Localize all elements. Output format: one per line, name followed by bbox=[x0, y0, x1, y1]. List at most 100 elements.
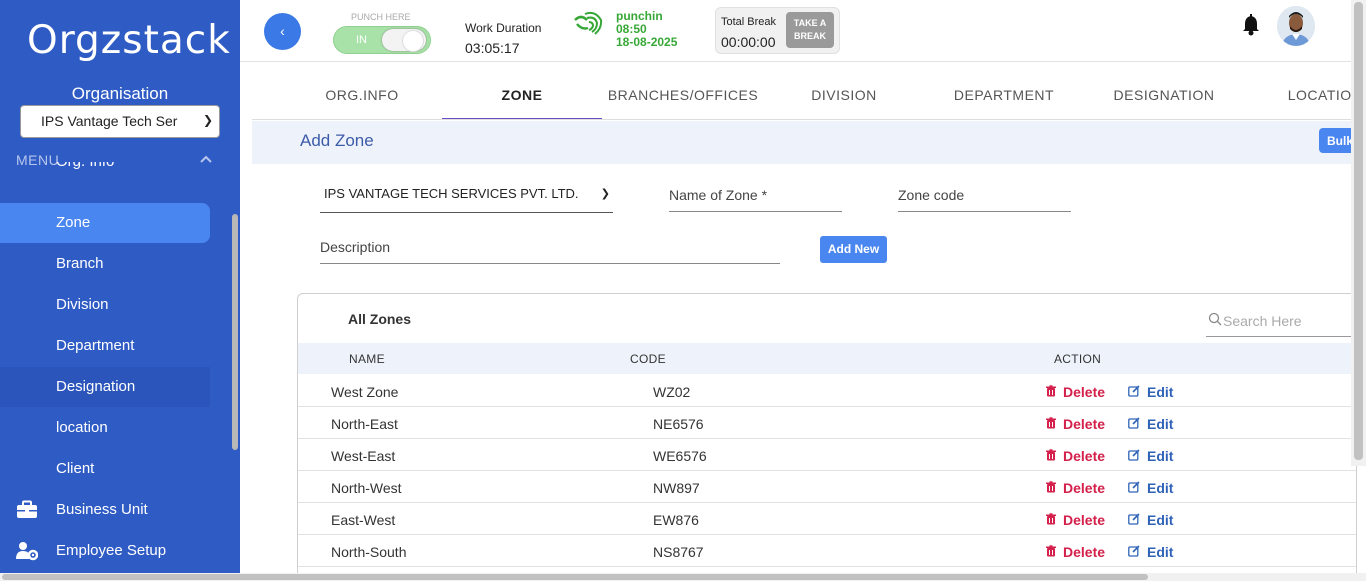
tab-division[interactable]: DIVISION bbox=[764, 70, 924, 119]
sidebar-item-division[interactable]: Division bbox=[0, 285, 210, 325]
sidebar-item-employee-setup[interactable]: Employee Setup bbox=[0, 531, 210, 571]
sidebar-scrollbar[interactable] bbox=[232, 214, 238, 450]
column-header-code: CODE bbox=[630, 352, 666, 366]
zone-name-cell: North-West bbox=[331, 480, 402, 496]
sidebar-item-business-unit[interactable]: Business Unit bbox=[0, 490, 210, 530]
tab-zone[interactable]: ZONE bbox=[442, 70, 602, 119]
scrollbar-thumb[interactable] bbox=[2, 574, 1148, 580]
sidebar-item-org-info[interactable]: Org. Info bbox=[0, 162, 210, 172]
punch-date: 18-08-2025 bbox=[616, 35, 678, 49]
section-title: Add Zone bbox=[300, 131, 374, 150]
sidebar-item-label: Employee Setup bbox=[56, 542, 167, 559]
total-break-value: 00:00:00 bbox=[721, 34, 776, 50]
table-row: East-West EW876 Delete Edit bbox=[298, 503, 1356, 535]
punch-status: punchin 08:50 18-08-2025 bbox=[616, 10, 677, 49]
search-icon bbox=[1208, 312, 1222, 326]
sidebar-item-location[interactable]: location bbox=[0, 408, 210, 448]
trash-icon bbox=[1046, 545, 1056, 557]
delete-button[interactable]: Delete bbox=[1063, 544, 1105, 560]
sidebar-item-label: Zone bbox=[56, 214, 91, 231]
zones-table-card: All Zones Search Here NAME CODE ACTION W… bbox=[297, 293, 1357, 581]
edit-button[interactable]: Edit bbox=[1147, 512, 1173, 528]
tab-department[interactable]: DEPARTMENT bbox=[924, 70, 1084, 119]
company-select[interactable]: IPS VANTAGE TECH SERVICES PVT. LTD. ❯ bbox=[320, 181, 613, 213]
trash-icon bbox=[1046, 513, 1056, 525]
bell-icon[interactable] bbox=[1241, 14, 1261, 36]
take-break-label-line2: BREAK bbox=[793, 31, 826, 41]
organisation-select-value: IPS Vantage Tech Ser bbox=[41, 113, 178, 129]
page-horizontal-scrollbar[interactable] bbox=[0, 573, 1366, 581]
sidebar-item-department[interactable]: Department bbox=[0, 326, 210, 366]
edit-button[interactable]: Edit bbox=[1147, 416, 1173, 432]
zone-code-label: Zone code bbox=[898, 187, 965, 203]
punch-toggle[interactable]: IN bbox=[333, 26, 431, 54]
zone-code-field[interactable]: Zone code bbox=[898, 182, 1071, 212]
edit-icon bbox=[1128, 481, 1140, 493]
column-header-action: ACTION bbox=[1054, 352, 1102, 366]
avatar[interactable] bbox=[1277, 6, 1315, 46]
zone-name-cell: West-East bbox=[331, 448, 396, 464]
edit-button[interactable]: Edit bbox=[1147, 544, 1173, 560]
zone-code-cell: WE6576 bbox=[653, 448, 707, 464]
sidebar-item-label: Designation bbox=[56, 378, 136, 395]
chevron-down-icon: ❯ bbox=[202, 113, 213, 127]
sidebar-item-label: Division bbox=[56, 296, 109, 313]
sidebar: Orgzstack Organisation IPS Vantage Tech … bbox=[0, 0, 240, 573]
sidebar-item-label: Client bbox=[56, 460, 95, 477]
tab-designation[interactable]: DESIGNATION bbox=[1084, 70, 1244, 119]
delete-button[interactable]: Delete bbox=[1063, 480, 1105, 496]
chevron-left-icon: ‹ bbox=[280, 23, 285, 39]
sidebar-item-label: Branch bbox=[56, 255, 104, 272]
tab-branches-offices[interactable]: BRANCHES/OFFICES bbox=[603, 70, 763, 119]
delete-button[interactable]: Delete bbox=[1063, 416, 1105, 432]
delete-button[interactable]: Delete bbox=[1063, 512, 1105, 528]
edit-button[interactable]: Edit bbox=[1147, 384, 1173, 400]
punch-label: PUNCH HERE bbox=[351, 12, 411, 22]
trash-icon bbox=[1046, 385, 1056, 397]
briefcase-icon bbox=[17, 500, 37, 518]
sidebar-item-label: location bbox=[56, 419, 108, 436]
zone-code-cell: NE6576 bbox=[653, 416, 704, 432]
edit-button[interactable]: Edit bbox=[1147, 448, 1173, 464]
table-row: North-West NW897 Delete Edit bbox=[298, 471, 1356, 503]
take-break-button[interactable]: TAKE A BREAK bbox=[786, 12, 834, 48]
fingerprint-icon bbox=[574, 11, 603, 35]
table-row: West-East WE6576 Delete Edit bbox=[298, 439, 1356, 471]
trash-icon bbox=[1046, 481, 1056, 493]
users-gear-icon bbox=[16, 542, 38, 561]
delete-button[interactable]: Delete bbox=[1063, 384, 1105, 400]
app-logo[interactable]: Orgzstack bbox=[27, 18, 231, 63]
zone-name-cell: East-West bbox=[331, 512, 396, 528]
edit-icon bbox=[1128, 417, 1140, 429]
organisation-select[interactable]: IPS Vantage Tech Ser ❯ bbox=[20, 105, 220, 138]
sidebar-item-label: Department bbox=[56, 337, 135, 354]
table-header: NAME CODE ACTION bbox=[298, 343, 1356, 374]
break-panel: Total Break 00:00:00 TAKE A BREAK bbox=[715, 7, 840, 54]
section-header: Add Zone Bulk bbox=[252, 121, 1359, 164]
top-header: ‹ PUNCH HERE IN Work Duration 03:05:17 p… bbox=[240, 0, 1366, 62]
zone-name-field[interactable]: Name of Zone * bbox=[669, 182, 842, 212]
description-field[interactable]: Description bbox=[320, 234, 780, 264]
table-row: North-South NS8767 Delete Edit bbox=[298, 535, 1356, 567]
tab-location[interactable]: LOCATION bbox=[1245, 70, 1351, 119]
scrollbar-thumb[interactable] bbox=[1354, 2, 1363, 460]
search-input[interactable]: Search Here bbox=[1206, 310, 1356, 337]
toggle-knob bbox=[382, 29, 426, 52]
delete-button[interactable]: Delete bbox=[1063, 448, 1105, 464]
add-new-button[interactable]: Add New bbox=[820, 236, 887, 263]
sidebar-item-designation[interactable]: Designation bbox=[0, 367, 210, 407]
zone-code-cell: NS8767 bbox=[653, 544, 704, 560]
sidebar-item-client[interactable]: Client bbox=[0, 449, 210, 489]
zone-code-cell: WZ02 bbox=[653, 384, 691, 400]
page-vertical-scrollbar[interactable] bbox=[1351, 0, 1366, 466]
tab-org-info[interactable]: ORG.INFO bbox=[282, 70, 442, 119]
sidebar-item-zone[interactable]: Zone bbox=[0, 203, 210, 243]
organisation-label: Organisation bbox=[71, 84, 169, 103]
zone-code-cell: EW876 bbox=[653, 512, 699, 528]
sidebar-item-branch[interactable]: Branch bbox=[0, 244, 210, 284]
collapse-sidebar-button[interactable]: ‹ bbox=[264, 13, 301, 50]
tab-bar: ORG.INFO ZONE BRANCHES/OFFICES DIVISION … bbox=[252, 70, 1351, 120]
zone-name-label: Name of Zone * bbox=[669, 187, 768, 203]
edit-button[interactable]: Edit bbox=[1147, 480, 1173, 496]
edit-icon bbox=[1128, 513, 1140, 525]
